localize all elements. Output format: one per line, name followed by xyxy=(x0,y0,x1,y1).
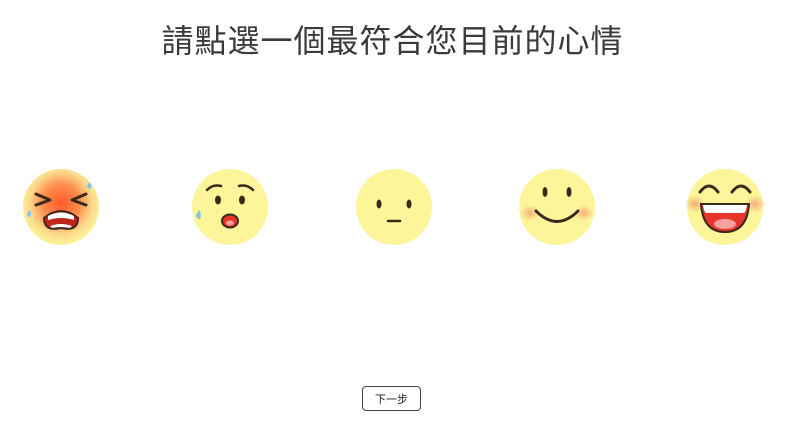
laughing-face-icon xyxy=(685,169,765,245)
mood-option-very-happy[interactable] xyxy=(684,166,766,248)
page-title: 請點選一個最符合您目前的心情 xyxy=(161,22,624,60)
next-button[interactable]: 下一步 xyxy=(362,386,421,411)
mood-option-very-upset[interactable] xyxy=(20,166,102,248)
mood-option-happy[interactable] xyxy=(516,166,598,248)
worried-face-icon xyxy=(192,169,268,245)
crying-face-icon xyxy=(23,169,99,245)
mood-option-neutral[interactable] xyxy=(353,166,435,248)
mood-options xyxy=(0,166,800,250)
smiling-face-icon xyxy=(519,169,595,245)
mood-option-worried[interactable] xyxy=(189,166,271,248)
neutral-face-icon xyxy=(356,169,432,245)
